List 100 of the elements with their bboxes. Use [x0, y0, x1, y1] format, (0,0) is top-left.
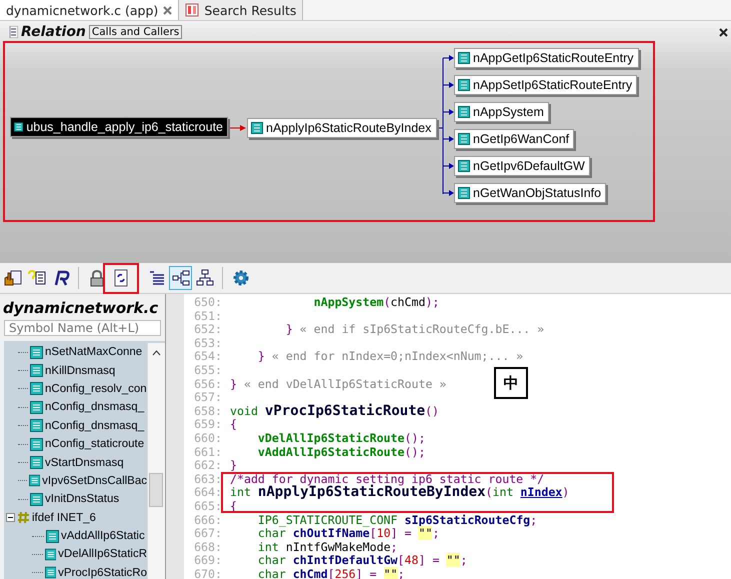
file-title: dynamicnetwork.c — [2, 298, 160, 319]
function-icon — [458, 133, 470, 145]
function-icon — [30, 364, 43, 378]
function-icon — [458, 187, 470, 199]
symbol-item[interactable]: nConfig_resolv_con — [45, 382, 147, 395]
function-icon — [44, 548, 56, 561]
line-number: 652: — [193, 323, 223, 337]
line-number: 664: — [193, 486, 223, 500]
settings-icon — [232, 269, 250, 287]
symbol-item[interactable]: vIpv6SetDnsCallBac — [42, 474, 147, 487]
symbol-item[interactable]: vProcIp6StaticRo — [58, 566, 147, 579]
fold-summary: « end for nIndex=0;nIndex<nNum;... » — [270, 349, 524, 364]
line-number: 663: — [193, 472, 223, 486]
line-number: 660: — [193, 432, 223, 446]
hierarchy-icon — [196, 269, 214, 287]
keyword: void — [230, 404, 259, 418]
code-punctuation: [ — [398, 553, 405, 568]
parameter-name: nIndex — [520, 485, 562, 500]
function-icon — [458, 160, 470, 172]
fold-summary: « end if sIp6StaticRouteCfg.bE... » — [298, 322, 544, 336]
callee-node[interactable]: nAppSetIp6StaticRouteEntry — [454, 75, 638, 95]
function-icon — [30, 456, 43, 470]
code-punctuation: } — [284, 322, 293, 336]
line-number: 654: — [193, 350, 223, 364]
function-call: vDelAllIp6StaticRoute — [256, 430, 405, 445]
variable-name: chOutIfName — [292, 526, 370, 540]
code-punctuation: } — [230, 458, 237, 472]
code-punctuation: } — [256, 349, 265, 364]
function-node[interactable]: nApplyIp6StaticRouteByIndex — [247, 118, 437, 138]
symbol-item[interactable]: nSetNatMaxConne — [45, 346, 142, 358]
line-number: 668: — [193, 540, 223, 554]
symbol-item[interactable]: vAddAllIp6Static — [61, 530, 145, 542]
panel-title: Relation — [21, 24, 86, 40]
scroll-up-icon[interactable] — [152, 350, 161, 356]
editor-tab[interactable]: dynamicnetwork.c (app) — [0, 0, 180, 20]
line-number: 662: — [193, 459, 223, 473]
function-icon — [28, 474, 40, 488]
symbol-item[interactable]: ifdef INET_6 — [32, 512, 96, 524]
line-number: 665: — [193, 500, 223, 514]
symbol-item[interactable]: vStartDnsmasq — [45, 456, 124, 469]
symbol-item[interactable]: vInitDnsStatus — [45, 493, 120, 506]
function-icon — [44, 566, 56, 579]
line-number: 653: — [193, 336, 223, 350]
callee-node[interactable]: nAppGetIp6StaticRouteEntry — [454, 48, 639, 68]
function-icon — [46, 530, 59, 543]
code-punctuation: ; — [432, 526, 440, 540]
code-punctuation: } — [230, 376, 237, 391]
function-icon — [30, 400, 43, 414]
function-icon — [30, 438, 43, 451]
callee-node[interactable]: nGetWanObjStatusInfo — [454, 183, 606, 203]
line-number: 659: — [193, 418, 223, 432]
symbol-item[interactable]: nConfig_dnsmasq_ — [45, 420, 144, 432]
fold-summary: « end vDelAllIp6StaticRoute » — [242, 376, 446, 391]
toolbar-button[interactable] — [169, 266, 192, 290]
annotation-frame — [103, 263, 139, 294]
line-number: 655: — [193, 364, 223, 378]
symbol-item[interactable]: nKillDnsmasq — [45, 364, 116, 377]
variable-name: chCmd — [292, 566, 328, 579]
callee-node[interactable]: nAppSystem — [454, 102, 549, 122]
callee-node[interactable]: nGetIp6WanConf — [454, 129, 574, 149]
function-icon — [14, 121, 24, 133]
symbol-item[interactable]: vDelAllIp6StaticR — [58, 548, 147, 560]
scroll-thumb[interactable] — [149, 473, 163, 507]
panel-subtitle: Calls and Callers — [88, 25, 182, 39]
function-icon — [458, 52, 470, 64]
string-literal: "" — [418, 526, 432, 540]
code-punctuation: (); — [404, 430, 426, 445]
keyword: int — [230, 485, 252, 500]
function-icon — [30, 492, 43, 506]
refresh-document-icon — [112, 269, 130, 287]
line-number: 657: — [193, 391, 223, 405]
scrollbar[interactable] — [147, 343, 165, 579]
tab-label: Search Results — [204, 2, 296, 18]
editor-tab[interactable]: Search Results — [179, 0, 304, 20]
search-results-icon — [185, 3, 200, 17]
code-punctuation: ] = — [390, 526, 412, 540]
code-text: nIntfGwMakeMode — [286, 540, 391, 554]
symbol-item[interactable]: nConfig_dnsmasq_ — [45, 401, 144, 414]
close-icon[interactable] — [719, 28, 728, 37]
code-punctuation: ( — [384, 295, 391, 309]
symbol-item[interactable]: nConfig_staticroute — [45, 438, 144, 450]
caller-node[interactable]: ubus_handle_apply_ip6_staticroute — [10, 117, 228, 137]
number-literal: 48 — [404, 553, 418, 568]
line-number: 661: — [193, 446, 223, 460]
callee-node[interactable]: nGetIpv6DefaultGW — [454, 156, 590, 176]
code-punctuation: ); — [425, 295, 440, 309]
list-icon — [148, 269, 166, 287]
function-icon — [458, 106, 470, 118]
code-punctuation: { — [230, 417, 237, 432]
keyword: int — [256, 540, 280, 554]
line-number: 656: — [193, 378, 223, 392]
keyword: int — [492, 485, 514, 500]
function-name: vProcIp6StaticRoute — [264, 402, 426, 419]
lock-icon — [88, 269, 106, 287]
collapse-toggle[interactable] — [6, 513, 15, 522]
help-document-icon — [28, 269, 46, 287]
line-number: 667: — [193, 527, 223, 541]
code-punctuation: ; — [390, 540, 398, 554]
symbol-search-field[interactable]: Symbol Name (Alt+L) — [4, 320, 161, 336]
tab-label: dynamicnetwork.c (app) — [6, 2, 158, 18]
